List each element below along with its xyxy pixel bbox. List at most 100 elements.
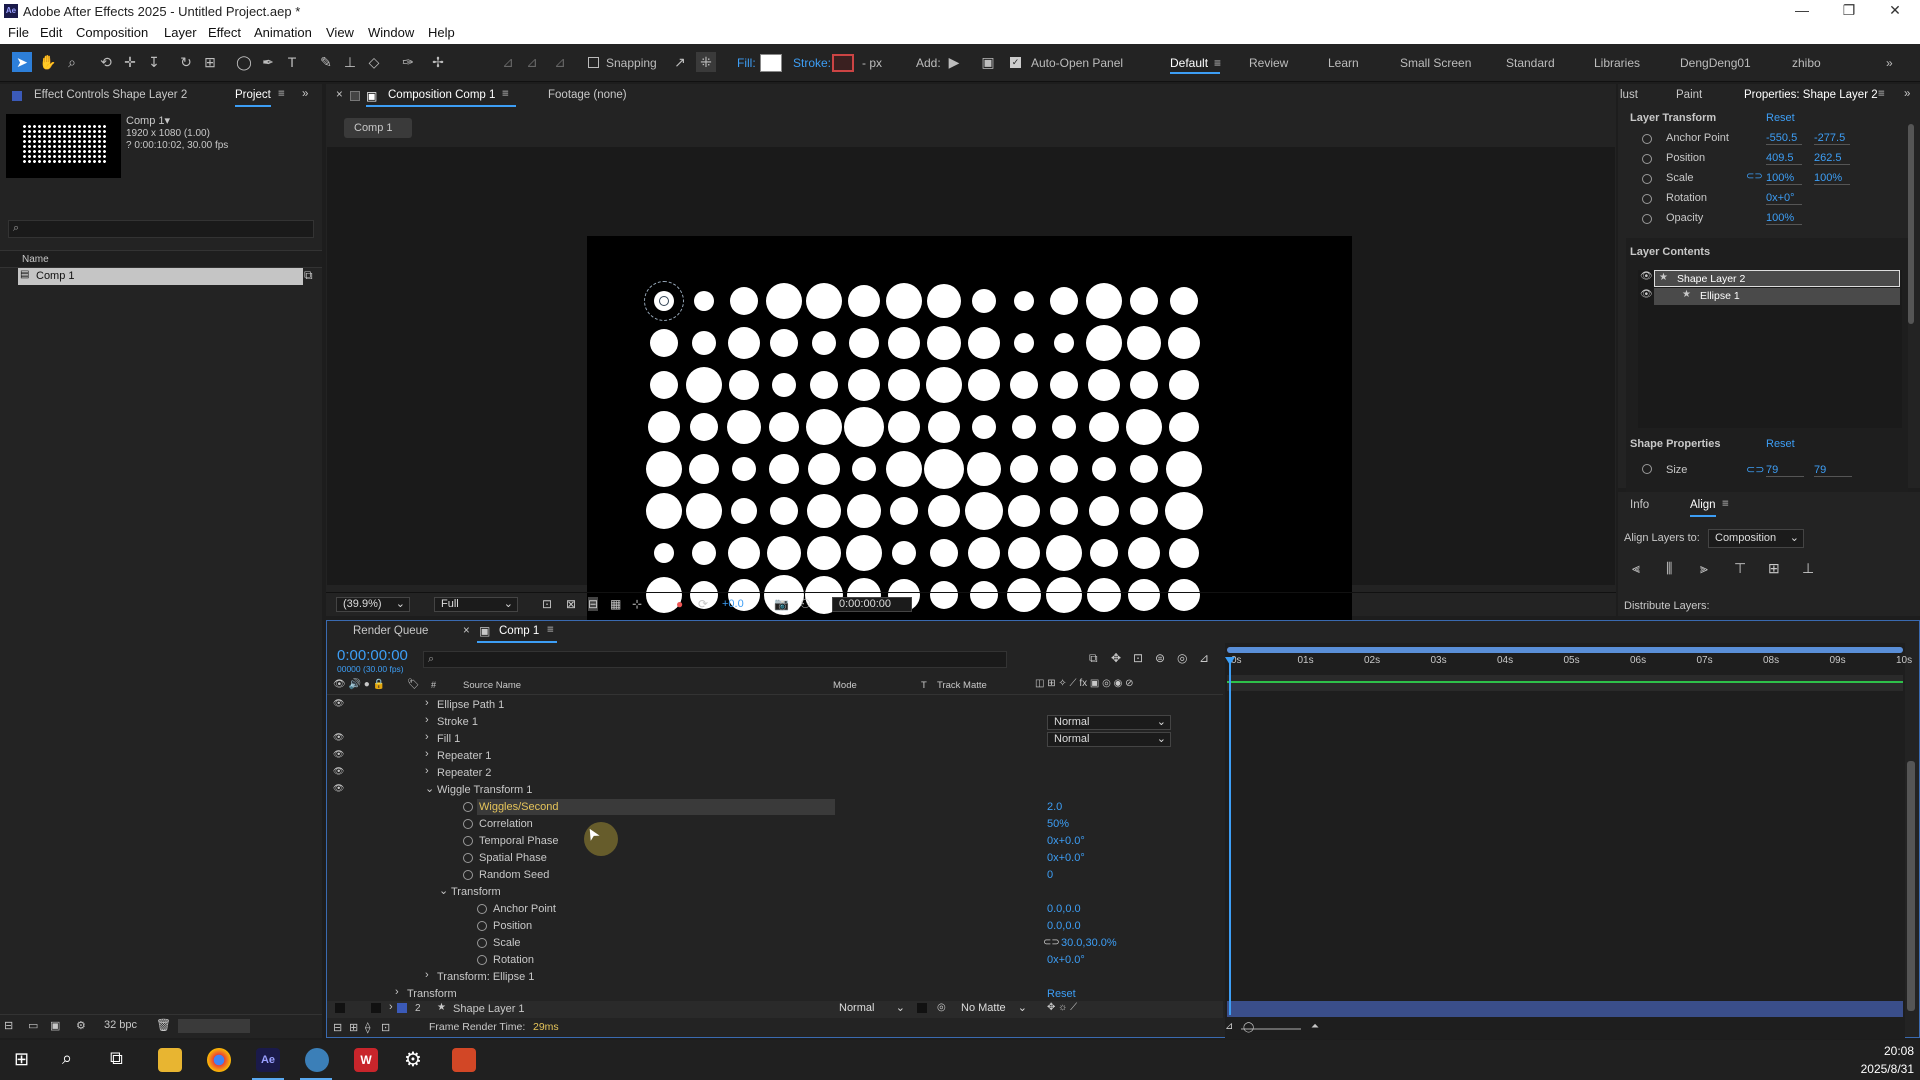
panel-expand-icon[interactable]: » (302, 88, 308, 100)
timeline-property-row[interactable]: ⌄ Transform (327, 884, 1223, 901)
link-icon[interactable]: ⊂⊃ (1043, 937, 1060, 948)
workspace-small-screen[interactable]: Small Screen (1400, 56, 1471, 70)
viewer-timecode[interactable]: 0:00:00:00 (832, 597, 912, 612)
shape-dot[interactable] (806, 409, 842, 445)
stopwatch-icon[interactable] (463, 853, 473, 863)
shape-dot[interactable] (1168, 327, 1200, 359)
tab-footage[interactable]: Footage (none) (548, 89, 627, 101)
view-options-icon[interactable]: ⊹ (632, 597, 642, 611)
property-value[interactable]: 0.0,0.0 (1047, 920, 1081, 932)
stopwatch-icon[interactable] (463, 870, 473, 880)
timeline-menu-icon[interactable]: ≡ (547, 624, 554, 636)
powerpoint-icon[interactable] (452, 1048, 476, 1072)
stopwatch-icon[interactable] (1642, 174, 1652, 184)
draft-3d-icon[interactable]: ✥ (1111, 651, 1121, 665)
shape-dot[interactable] (930, 539, 958, 567)
timeline-property-row[interactable]: › Stroke 1 Normal ⌄ (327, 714, 1223, 731)
shape-dot[interactable] (1050, 371, 1078, 399)
size-width[interactable]: 79 (1766, 464, 1804, 477)
snap-feature-icon[interactable]: ⁜ (696, 52, 716, 72)
stopwatch-icon[interactable] (477, 938, 487, 948)
after-effects-icon[interactable]: Ae (256, 1048, 280, 1072)
tab-info[interactable]: Info (1630, 499, 1649, 511)
snapshot-icon[interactable]: 📷 (774, 597, 789, 611)
twirl-icon[interactable]: › (425, 969, 429, 981)
shape-dot[interactable] (689, 454, 719, 484)
snap-edge-icon[interactable]: ↗ (670, 52, 690, 72)
work-area-bar[interactable] (1227, 647, 1903, 653)
shape-dot[interactable] (1054, 333, 1074, 353)
shape-dot[interactable] (1086, 283, 1122, 319)
timeline-property-row[interactable]: 👁 › Ellipse Path 1 (327, 697, 1223, 714)
menu-composition[interactable]: Composition (76, 25, 148, 40)
shy-layers-icon[interactable]: ⊡ (1133, 651, 1143, 665)
layer-row-shape-layer-1[interactable]: › 2 ★ Shape Layer 1 Normal ⌄ ◎ No Matte ⌄ … (327, 1001, 1223, 1018)
shape-dot[interactable] (848, 285, 880, 317)
stopwatch-icon[interactable] (477, 904, 487, 914)
shape-dot[interactable] (1130, 455, 1158, 483)
shape-dot[interactable] (1169, 412, 1199, 442)
property-value[interactable]: 0x+0.0° (1047, 954, 1085, 966)
mask-path-icon[interactable]: ⊟ (588, 597, 599, 611)
tab-adjust[interactable]: lust (1620, 89, 1638, 101)
property-value[interactable]: 30.0,30.0% (1061, 937, 1117, 949)
shape-dot[interactable] (648, 411, 680, 443)
wps-icon[interactable]: W (354, 1048, 378, 1072)
grid-guide-icon[interactable]: ▦ (610, 597, 621, 611)
menu-animation[interactable]: Animation (254, 25, 312, 40)
timeline-property-row[interactable]: Wiggles/Second 2.0 (327, 799, 1223, 816)
shape-dot[interactable] (1090, 539, 1118, 567)
trash-icon[interactable]: 🗑 (156, 1018, 171, 1032)
add-play-icon[interactable]: ▶ (944, 52, 964, 72)
app-circle-icon[interactable] (305, 1048, 329, 1072)
shape-dot[interactable] (888, 369, 920, 401)
clock-date[interactable]: 2025/8/31 (1848, 1062, 1914, 1076)
shape-dot[interactable] (728, 537, 760, 569)
snap-option-icon-2[interactable]: ⊿ (522, 52, 542, 72)
lock-icon[interactable] (350, 91, 360, 101)
search-icon[interactable]: ⌕ (62, 1048, 72, 1069)
windows-start-icon[interactable]: ⊞ (14, 1049, 29, 1070)
shape-dot[interactable] (807, 494, 841, 528)
blend-mode-dropdown[interactable]: Normal ⌄ (1047, 732, 1171, 747)
work-area-range[interactable] (1227, 647, 1903, 653)
shape-dot[interactable] (690, 413, 718, 441)
eye-icon[interactable]: 👁 (333, 749, 344, 760)
shape-properties-reset[interactable]: Reset (1766, 438, 1795, 450)
workspace-standard[interactable]: Standard (1506, 56, 1555, 70)
link-icon[interactable]: ⊂⊃ (1746, 463, 1764, 476)
shape-dot[interactable] (968, 537, 1000, 569)
shape-dot[interactable] (770, 329, 798, 357)
shape-dot[interactable] (730, 287, 758, 315)
project-item-comp1[interactable]: ▤ Comp 1 (18, 268, 303, 285)
shape-dot[interactable] (846, 535, 882, 571)
shape-dot[interactable] (927, 326, 961, 360)
shape-dot[interactable] (731, 498, 757, 524)
shape-dot[interactable] (692, 331, 716, 355)
shape-switches-icon[interactable]: ✥ ☼ ⟋ (1047, 1002, 1077, 1013)
shape-dot[interactable] (965, 492, 1003, 530)
eye-icon[interactable]: 👁 (333, 783, 344, 794)
workspace-default[interactable]: Default (1170, 56, 1208, 70)
shape-dot[interactable] (1089, 496, 1119, 526)
prop-value-2[interactable]: 262.5 (1814, 152, 1850, 165)
property-value[interactable]: Reset (1047, 988, 1076, 1000)
new-folder-icon[interactable]: ▭ (28, 1019, 38, 1032)
timeline-property-row[interactable]: Anchor Point 0.0,0.0 (327, 901, 1223, 918)
shape-dot[interactable] (1088, 369, 1120, 401)
anchor-point-icon[interactable] (659, 296, 669, 306)
shape-dot[interactable] (892, 541, 916, 565)
video-switch[interactable] (335, 1003, 345, 1013)
shape-dot[interactable] (1050, 455, 1078, 483)
anchor-tool-icon[interactable]: ⊞ (200, 52, 220, 72)
eye-icon[interactable]: 👁 (1640, 271, 1653, 282)
zoom-tool-icon[interactable]: ⌕ (62, 52, 82, 72)
shape-dot[interactable] (886, 283, 922, 319)
shape-dot[interactable] (769, 454, 799, 484)
layer-switches-icon[interactable]: ◫ ⊞ ✧ ⟋ fx ▣ ◎ ◉ ⊘ (1035, 678, 1134, 689)
shape-dot[interactable] (769, 412, 799, 442)
show-snapshot-icon[interactable]: ⚇ (800, 597, 811, 611)
layer-name[interactable]: Shape Layer 1 (453, 1003, 525, 1015)
shape-dot[interactable] (1014, 333, 1034, 353)
shape-dot[interactable] (1014, 291, 1034, 311)
